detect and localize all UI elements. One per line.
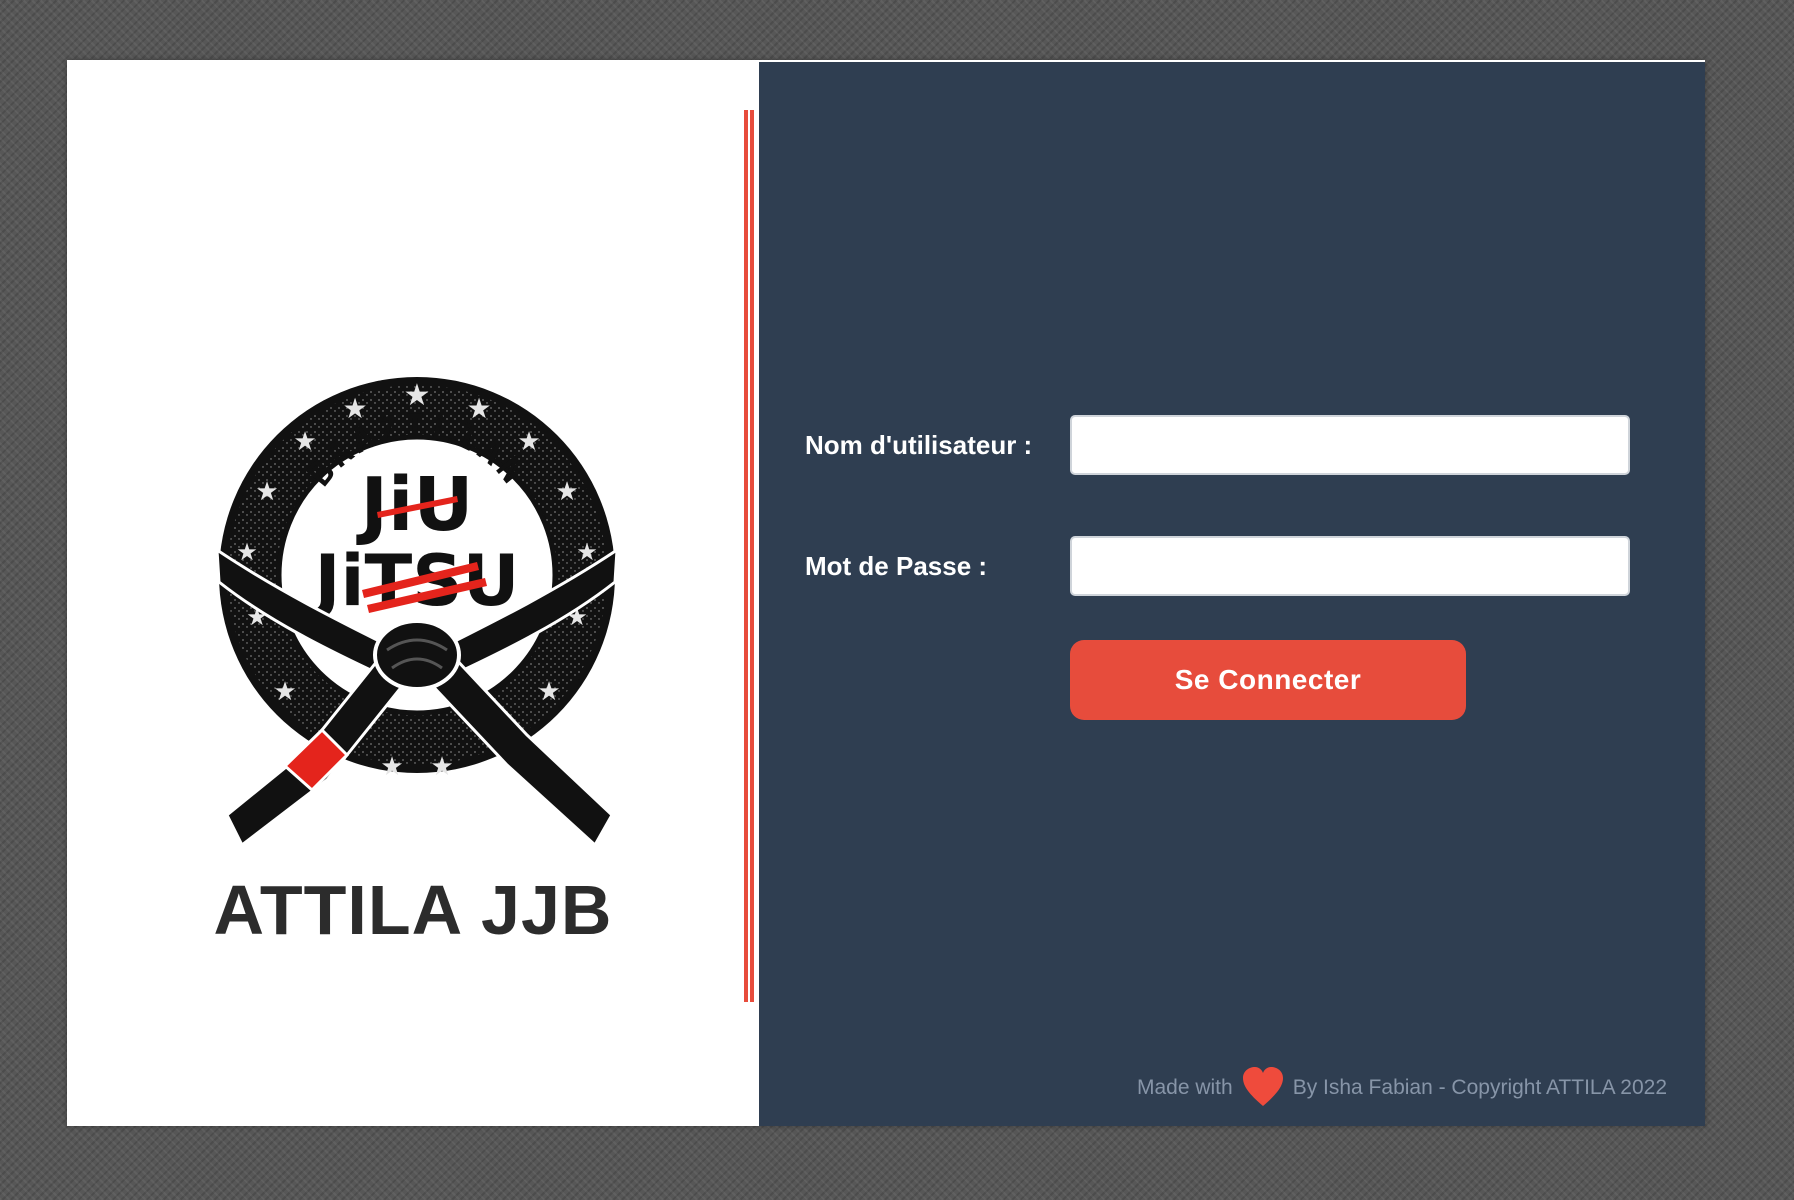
username-input[interactable] <box>1070 415 1630 475</box>
jiu-jitsu-logo: ★ ★ ★ ★ ★ ★ ★ ★ ★ ★ ★ ★ ★ ★ ★ ★ ★ BRAZIL… <box>217 377 617 848</box>
username-label: Nom d'utilisateur : <box>805 430 1033 460</box>
password-input[interactable] <box>1070 536 1630 596</box>
footer-credit: By Isha Fabian - Copyright ATTILA 2022 <box>1292 1076 1667 1099</box>
svg-text:★: ★ <box>555 477 578 507</box>
svg-text:★: ★ <box>576 538 598 566</box>
password-label: Mot de Passe : <box>805 551 988 581</box>
accent-divider <box>744 110 754 1002</box>
brand-title: ATTILA JJB <box>213 871 613 949</box>
svg-text:★: ★ <box>430 752 453 782</box>
heart-icon <box>1242 1067 1283 1106</box>
login-card: ★ ★ ★ ★ ★ ★ ★ ★ ★ ★ ★ ★ ★ ★ ★ ★ ★ BRAZIL… <box>67 60 1705 1126</box>
svg-text:★: ★ <box>255 477 278 507</box>
login-panel: Nom d'utilisateur : Mot de Passe : Se Co… <box>759 60 1705 1126</box>
footer: Made with By Isha Fabian - Copyright ATT… <box>1137 1066 1667 1110</box>
footer-made-with: Made with <box>1136 1076 1233 1099</box>
svg-text:★: ★ <box>273 677 296 707</box>
svg-text:★: ★ <box>380 752 403 782</box>
svg-text:★: ★ <box>537 677 560 707</box>
login-button[interactable]: Se Connecter <box>1070 640 1466 720</box>
svg-text:★: ★ <box>236 538 258 566</box>
brand-panel: ★ ★ ★ ★ ★ ★ ★ ★ ★ ★ ★ ★ ★ ★ ★ ★ ★ BRAZIL… <box>67 60 759 1126</box>
